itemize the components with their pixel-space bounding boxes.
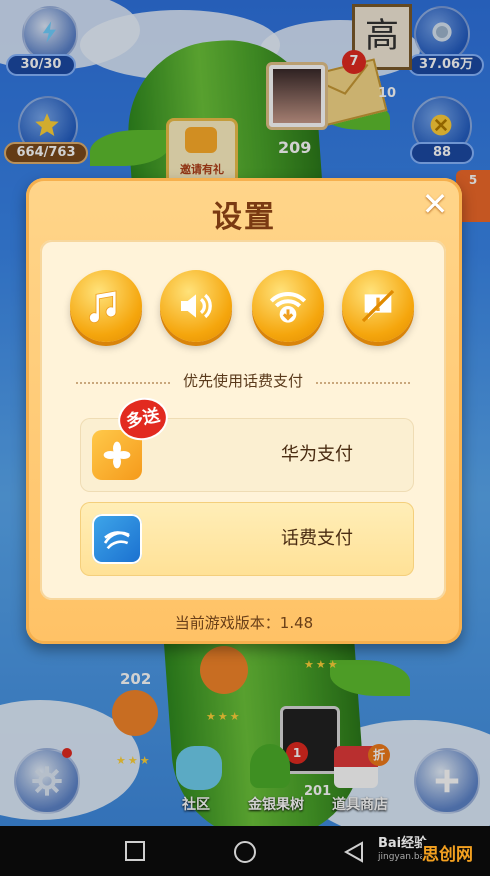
china-mobile-icon (92, 514, 142, 564)
game-version: 当前游戏版本：1.48 (174, 614, 314, 632)
circle-icon (234, 841, 256, 863)
square-icon (125, 841, 145, 861)
speaker-icon (181, 293, 212, 319)
close-button[interactable]: ✕ (420, 188, 450, 220)
system-nav-bar: Bai经验 jingyan.baidu.com 思创网 (0, 826, 490, 876)
download-toggle[interactable] (252, 270, 324, 342)
recent-apps-button[interactable] (124, 840, 146, 866)
dialog-content: 优先使用话费支付 多送 华为支付 话费支付 (40, 240, 446, 600)
back-button[interactable] (342, 840, 366, 868)
settings-dialog: 设置 ✕ 优先使用话费支付 多送 华为支付 话费支付 当前游戏版本：1.48 (26, 178, 462, 644)
huawei-pay-label: 华为支付 (281, 444, 353, 465)
wifi-download-icon (269, 292, 307, 323)
music-toggle[interactable] (70, 270, 142, 342)
phone-bill-pay-option[interactable]: 话费支付 (80, 502, 414, 576)
home-button[interactable] (233, 840, 257, 868)
huawei-pay-option[interactable]: 多送 华为支付 (80, 395, 414, 492)
divider-right (316, 382, 410, 384)
corner-watermark: 思创网 (422, 840, 473, 865)
notification-off-icon (361, 289, 395, 323)
music-note-icon (88, 290, 117, 324)
phone-bill-pay-label: 话费支付 (281, 528, 353, 549)
watermark-brand: Bai经验 (378, 836, 428, 851)
dialog-title: 设置 (212, 200, 276, 235)
sound-toggle[interactable] (160, 270, 232, 342)
notification-toggle[interactable] (342, 270, 414, 342)
back-triangle-icon (343, 841, 363, 863)
payment-preference-label: 优先使用话费支付 (182, 372, 303, 390)
